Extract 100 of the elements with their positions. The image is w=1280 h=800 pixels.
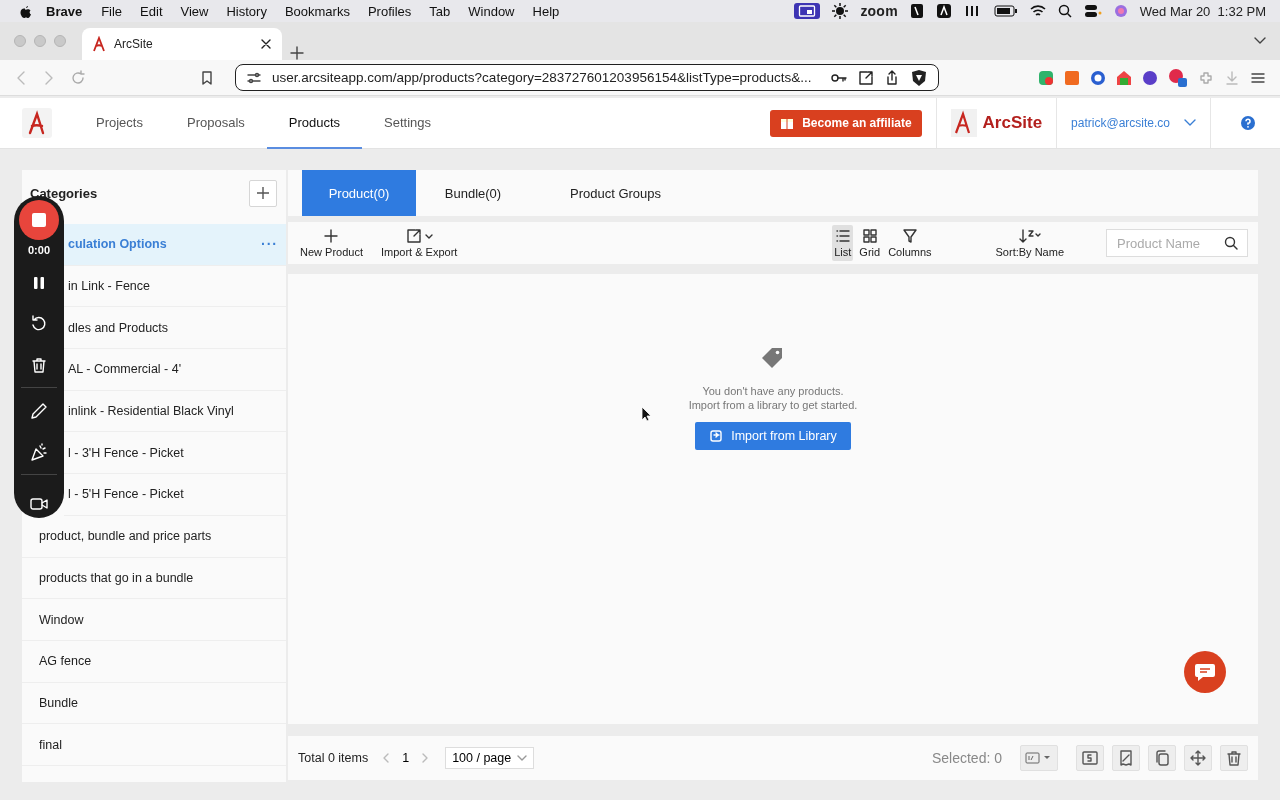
zoom-status-label[interactable]: zoom bbox=[860, 3, 898, 19]
import-icon bbox=[709, 429, 724, 443]
pause-icon bbox=[32, 274, 46, 291]
toolbar-action-button[interactable]: New Product bbox=[298, 225, 365, 261]
reload-icon bbox=[70, 69, 86, 86]
sun-icon bbox=[832, 3, 849, 19]
nav-tab[interactable]: Settings bbox=[362, 98, 454, 149]
product-tab[interactable]: Bundle(0) bbox=[416, 170, 530, 216]
menu-item[interactable]: Edit bbox=[131, 3, 172, 19]
account-menu[interactable]: patrick@arcsite.co bbox=[1071, 116, 1196, 130]
category-item[interactable]: products that go in a bundle bbox=[22, 557, 286, 600]
help-icon bbox=[1241, 116, 1255, 130]
arcsite-logo-icon bbox=[92, 36, 106, 52]
sort-icon bbox=[1018, 228, 1041, 244]
menu-item[interactable]: Window bbox=[459, 3, 524, 19]
sort-button[interactable]: Sort:By Name bbox=[993, 225, 1066, 261]
new-tab-icon bbox=[290, 46, 304, 60]
categories-title: Categories bbox=[30, 185, 98, 201]
product-tab[interactable]: Product(0) bbox=[302, 170, 416, 216]
list-icon bbox=[834, 228, 851, 244]
category-item[interactable]: AG fence bbox=[22, 640, 286, 683]
caret-icon bbox=[424, 232, 433, 240]
address-bar[interactable]: user.arcsiteapp.com/app/products?category=283727601203956154&listType=products&... bbox=[235, 64, 939, 91]
search-icon bbox=[1057, 4, 1072, 18]
nav-tab[interactable]: Products bbox=[266, 98, 363, 149]
receipt-icon bbox=[1118, 750, 1134, 766]
delete-button[interactable] bbox=[1220, 745, 1248, 771]
export-icon bbox=[405, 228, 422, 244]
move-button[interactable] bbox=[1184, 745, 1212, 771]
trash-icon bbox=[1226, 750, 1242, 766]
menu-item[interactable]: Tab bbox=[420, 3, 460, 19]
extension-icon bbox=[1116, 69, 1132, 86]
view-toggle-button[interactable]: Grid bbox=[857, 225, 883, 261]
extension-icon bbox=[1038, 69, 1054, 86]
filter-icon bbox=[901, 228, 918, 244]
view-toggle-button[interactable]: List bbox=[832, 225, 854, 261]
brave-shield-icon bbox=[910, 68, 928, 87]
chat-icon bbox=[1194, 662, 1216, 682]
arcsite-logo-icon[interactable] bbox=[22, 108, 52, 138]
mouse-pointer-icon bbox=[641, 406, 651, 422]
duplicate-button[interactable] bbox=[1148, 745, 1176, 771]
columns-button[interactable]: Columns bbox=[886, 225, 934, 261]
plus-icon bbox=[257, 187, 269, 199]
more-options-button[interactable]: ··· bbox=[261, 236, 278, 253]
menu-app-name[interactable]: Brave bbox=[32, 3, 93, 19]
add-category-button[interactable] bbox=[249, 179, 277, 207]
search-icon bbox=[1224, 236, 1238, 250]
brand-name: ArcSite bbox=[982, 113, 1043, 133]
category-item[interactable]: Window bbox=[22, 599, 286, 641]
dollar-icon bbox=[1082, 750, 1098, 766]
previous-page-icon bbox=[382, 753, 391, 763]
download-icon bbox=[1224, 69, 1240, 86]
screen-share-icon bbox=[798, 4, 817, 18]
menu-item[interactable]: History bbox=[217, 3, 276, 19]
control-center-icon bbox=[1083, 4, 1102, 18]
battery-icon bbox=[993, 5, 1018, 17]
grid-icon bbox=[861, 228, 878, 244]
category-item[interactable]: final bbox=[22, 724, 286, 766]
page-size-select[interactable]: 100 / page bbox=[445, 747, 535, 769]
category-item[interactable]: culation Options ··· bbox=[64, 224, 286, 266]
category-item[interactable]: l - 5'H Fence - Picket bbox=[64, 474, 286, 516]
menu-item[interactable]: Profiles bbox=[358, 3, 421, 19]
stop-icon bbox=[31, 212, 47, 228]
discount-button[interactable] bbox=[1112, 745, 1140, 771]
affiliate-button[interactable]: Become an affiliate bbox=[770, 109, 922, 137]
arcsite-logo-icon bbox=[950, 109, 977, 137]
menu-item[interactable]: File bbox=[92, 3, 132, 19]
menu-item[interactable]: Bookmarks bbox=[275, 3, 359, 19]
siri-icon bbox=[1113, 4, 1128, 18]
selected-count: Selected: 0 bbox=[931, 750, 1002, 766]
extensions-icon bbox=[1198, 69, 1214, 86]
empty-hint: Import from a library to get started. bbox=[688, 398, 858, 412]
menu-clock[interactable]: Wed Mar 20 1:32 PM bbox=[1139, 3, 1266, 19]
wifi-icon bbox=[1029, 4, 1046, 18]
extension-icon bbox=[1090, 69, 1106, 86]
stop-recording-button[interactable] bbox=[19, 200, 59, 240]
video-camera-icon bbox=[30, 495, 48, 511]
page-number[interactable]: 1 bbox=[402, 751, 410, 765]
nav-tab[interactable]: Proposals bbox=[164, 98, 267, 149]
close-icon bbox=[260, 38, 272, 50]
party-popper-icon bbox=[30, 442, 48, 461]
category-item[interactable]: Bundle bbox=[22, 682, 286, 725]
move-icon bbox=[1190, 750, 1206, 766]
bookmark-icon bbox=[199, 69, 215, 86]
menu-item[interactable]: Help bbox=[523, 3, 569, 19]
plus-icon bbox=[323, 228, 340, 244]
chevron-down-icon bbox=[1254, 37, 1266, 45]
browser-tab[interactable]: ArcSite bbox=[82, 28, 282, 60]
copy-icon bbox=[1154, 750, 1170, 766]
restart-icon bbox=[30, 314, 48, 333]
nav-tab[interactable]: Projects bbox=[74, 98, 165, 149]
pencil-icon bbox=[30, 401, 48, 420]
search-field[interactable]: Product Name bbox=[1106, 229, 1248, 257]
toolbar-action-button[interactable]: Import & Export bbox=[379, 225, 460, 261]
import-from-library-button[interactable]: Import from Library bbox=[695, 422, 851, 450]
price-button[interactable] bbox=[1076, 745, 1104, 771]
menu-item[interactable]: View bbox=[171, 3, 218, 19]
extension-icon bbox=[1064, 69, 1080, 86]
product-tab[interactable]: Product Groups bbox=[530, 170, 702, 216]
extension-icon bbox=[1142, 69, 1158, 86]
